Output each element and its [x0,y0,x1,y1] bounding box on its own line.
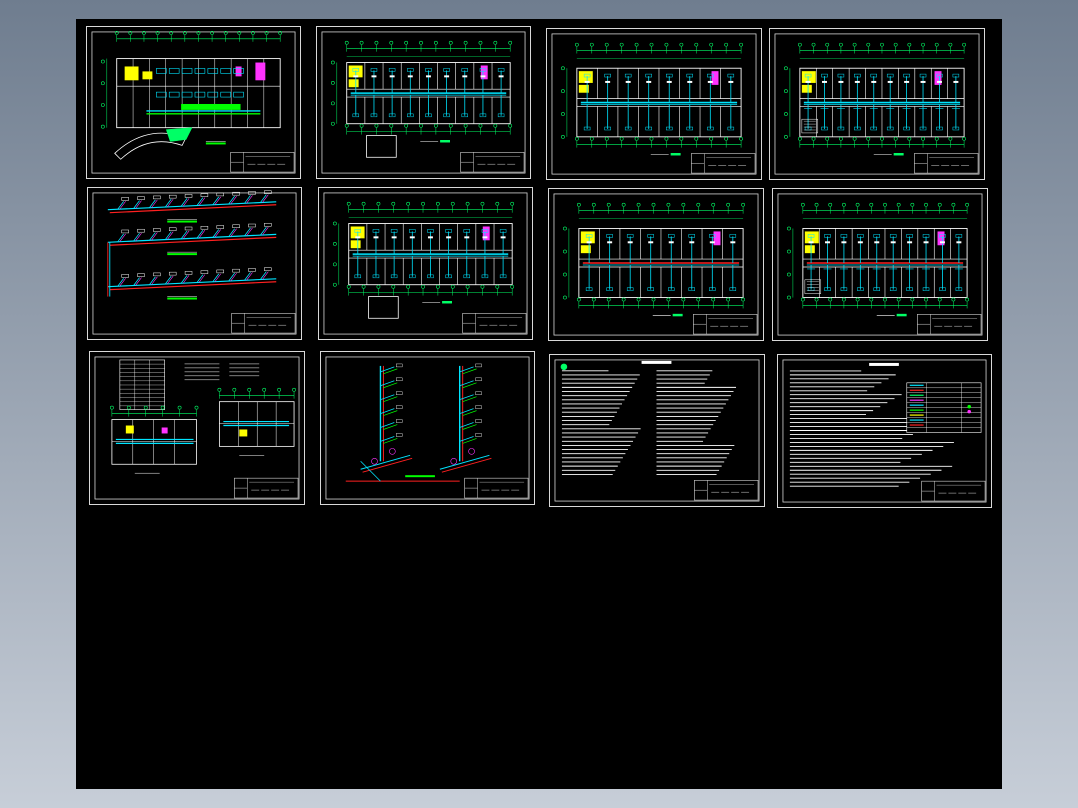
sheet-plan-2[interactable] [546,28,762,180]
sheet-plan-5[interactable] [548,188,764,341]
sheet-notes-sheet[interactable] [549,354,765,507]
sheet-riser-diagram[interactable] [320,351,535,505]
sheet-detail-sheet[interactable] [89,351,305,505]
drawing-canvas[interactable] [76,19,1002,789]
sheet-plan-1[interactable] [316,26,531,179]
sheet-legend-sheet[interactable] [777,354,992,508]
drawing-notes-sheet [554,359,760,502]
sheet-plan-3[interactable] [769,28,985,180]
drawing-site-plan [91,31,296,174]
sheet-plan-4[interactable] [318,187,533,340]
drawing-riser-diagram [325,356,530,500]
drawing-legend-sheet [782,359,987,503]
sheet-plan-6[interactable] [772,188,988,341]
sheet-system-diagram[interactable] [87,187,302,340]
drawing-plan-3 [774,33,980,175]
drawing-plan-5 [553,193,759,336]
sheet-site-plan[interactable] [86,26,301,179]
drawing-plan-1 [321,31,526,174]
drawing-plan-4 [323,192,528,335]
drawing-detail-sheet [94,356,300,500]
drawing-plan-6 [777,193,983,336]
drawing-system-diagram [92,190,297,335]
drawing-plan-2 [551,33,757,175]
